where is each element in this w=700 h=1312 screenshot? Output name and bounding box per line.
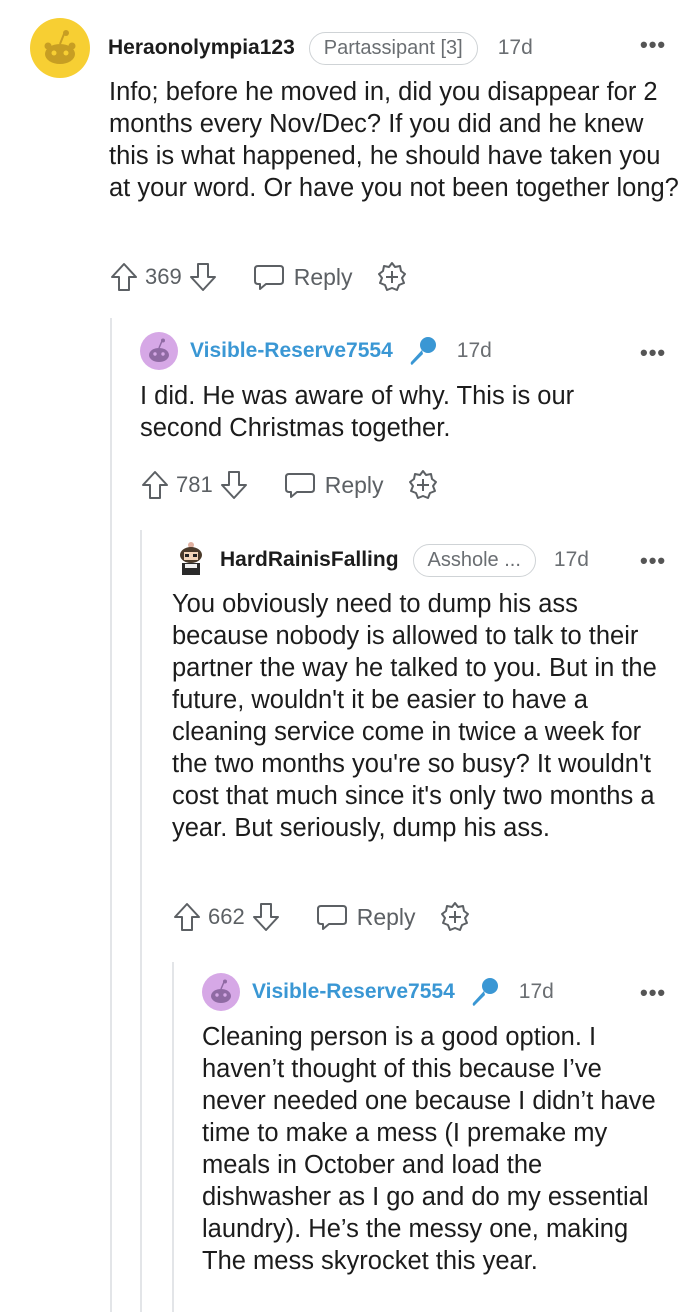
username[interactable]: Visible-Reserve7554 <box>252 980 455 1004</box>
snoo-icon <box>44 30 76 64</box>
vote-score: 781 <box>176 472 213 497</box>
reply-label: Reply <box>356 903 416 930</box>
microphone-icon <box>467 975 501 1009</box>
downvote-icon[interactable] <box>251 901 281 933</box>
comment-body: You obviously need to dump his ass becau… <box>172 590 657 842</box>
snoo-icon <box>149 338 169 362</box>
vote-score: 662 <box>208 904 245 929</box>
more-options-icon[interactable]: ••• <box>640 980 666 1006</box>
timestamp: 17d <box>497 36 533 59</box>
comment-header: Heraonolympia123 Partassipant [3] 17d <box>30 18 533 78</box>
award-icon <box>377 262 406 291</box>
comment-actions: 662 Reply <box>172 900 472 934</box>
username[interactable]: Visible-Reserve7554 <box>190 339 393 363</box>
user-avatar[interactable] <box>172 540 210 580</box>
user-avatar[interactable] <box>202 973 240 1011</box>
thread-line-3 <box>172 962 174 1312</box>
thread-line-1 <box>110 318 112 1312</box>
reply-button[interactable]: Reply <box>315 901 416 933</box>
downvote-icon[interactable] <box>188 261 218 293</box>
upvote-icon[interactable] <box>109 261 139 293</box>
user-flair: Asshole ... <box>412 543 536 577</box>
timestamp: 17d <box>518 980 554 1003</box>
reply-button[interactable]: Reply <box>283 469 384 501</box>
user-avatar[interactable] <box>30 18 90 78</box>
downvote-icon[interactable] <box>219 469 249 501</box>
upvote-icon[interactable] <box>172 901 202 933</box>
comment-actions: 369 Reply <box>109 260 409 294</box>
username[interactable]: HardRainisFalling <box>220 548 399 572</box>
thread-line-2 <box>140 530 142 1312</box>
comment-body: I did. He was aware of why. This is our … <box>140 382 575 442</box>
reply-label: Reply <box>293 263 353 290</box>
upvote-icon[interactable] <box>140 469 170 501</box>
award-icon <box>440 902 469 931</box>
more-options-icon[interactable]: ••• <box>640 340 666 366</box>
reply-label: Reply <box>324 471 384 498</box>
more-options-icon[interactable]: ••• <box>640 32 666 58</box>
comment-header: HardRainisFalling Asshole ... 17d <box>172 540 589 580</box>
snoo-icon <box>180 542 202 575</box>
reply-icon <box>284 473 315 498</box>
comment-header: Visible-Reserve7554 17d <box>140 332 492 370</box>
award-button[interactable] <box>375 260 409 294</box>
snoo-icon <box>211 979 231 1003</box>
reply-icon <box>316 905 347 930</box>
award-button[interactable] <box>438 900 472 934</box>
award-button[interactable] <box>406 468 440 502</box>
reply-button[interactable]: Reply <box>252 261 353 293</box>
user-avatar[interactable] <box>140 332 178 370</box>
comment-body: Cleaning person is a good option. I have… <box>202 1023 656 1275</box>
vote-score: 369 <box>145 264 182 289</box>
award-icon <box>408 470 437 499</box>
microphone-icon <box>405 334 439 368</box>
username[interactable]: Heraonolympia123 <box>108 36 295 60</box>
timestamp: 17d <box>553 548 589 571</box>
comment-body: Info; before he moved in, did you disapp… <box>109 78 679 202</box>
user-flair: Partassipant [3] <box>308 31 478 65</box>
reply-icon <box>253 265 284 290</box>
timestamp: 17d <box>456 339 492 362</box>
more-options-icon[interactable]: ••• <box>640 548 666 574</box>
comment-actions: 781 Reply <box>140 468 440 502</box>
comment-header: Visible-Reserve7554 17d <box>202 973 554 1011</box>
